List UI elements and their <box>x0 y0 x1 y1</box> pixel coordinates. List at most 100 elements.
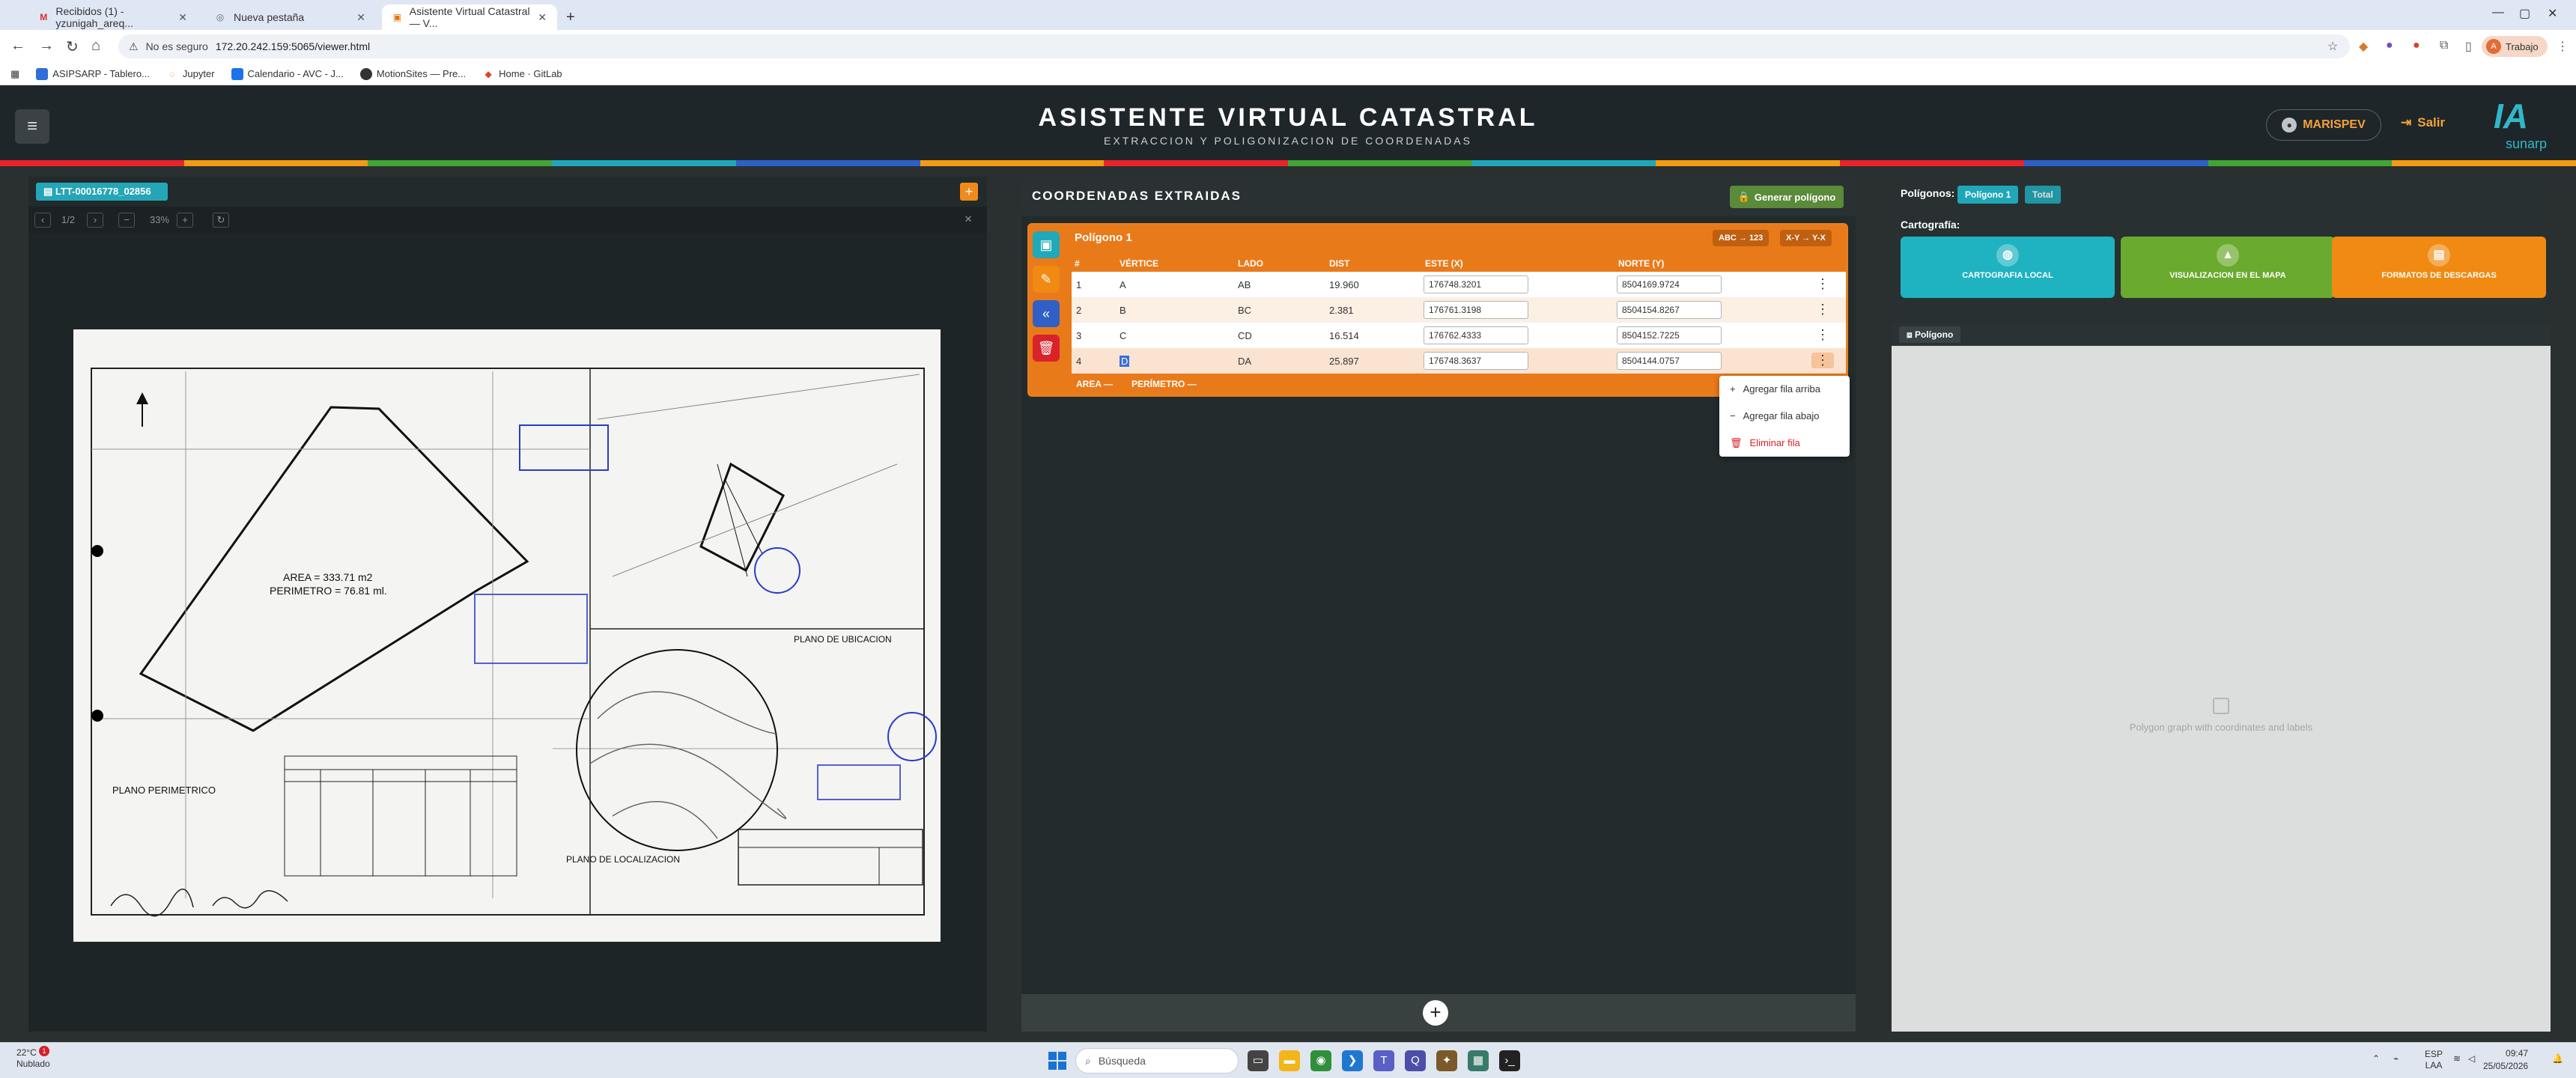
file-tab[interactable]: ▤ LTT-00016778_02856 <box>36 183 168 201</box>
new-tab-button[interactable]: + <box>560 4 583 30</box>
network-icon[interactable]: ⌁ <box>2393 1053 2399 1064</box>
prev-page-icon[interactable]: ‹ <box>34 213 51 228</box>
language-indicator[interactable]: ESP LAA <box>2425 1049 2443 1071</box>
download-formats-button[interactable]: ▤ FORMATOS DE DESCARGAS <box>2332 237 2546 298</box>
close-icon[interactable]: ✕ <box>538 11 547 24</box>
chrome-icon[interactable]: ◉ <box>1310 1050 1331 1071</box>
add-polygon-button[interactable]: + <box>1423 1000 1448 1026</box>
teams-icon[interactable]: T <box>1373 1050 1394 1071</box>
extension-icon[interactable]: ● <box>2413 39 2420 52</box>
next-page-icon[interactable]: › <box>87 213 103 228</box>
weather-widget[interactable]: 1 22°C Nublado <box>16 1046 50 1070</box>
close-window-icon[interactable]: ✕ <box>2548 6 2557 21</box>
tab-polygon-graph[interactable]: ⧈ Polígono <box>1899 326 1961 343</box>
coordinates-footer-bar: + <box>1021 994 1856 1032</box>
vertex-marker[interactable] <box>91 710 103 722</box>
menu-item-add-above[interactable]: + Agregar fila arriba <box>1730 383 1820 395</box>
terminal-icon[interactable]: ›_ <box>1499 1050 1520 1071</box>
stripe-segment <box>2208 160 2393 166</box>
row-menu-icon[interactable]: ⋮ <box>1816 327 1829 343</box>
east-input[interactable]: 176748.3637 <box>1424 352 1528 370</box>
swap-xy-button[interactable]: X-Y → Y-X <box>1780 230 1832 246</box>
vertex-cell[interactable]: C <box>1120 330 1126 341</box>
bookmark-label: Calendario - AVC - J... <box>247 68 344 79</box>
star-icon[interactable]: ☆ <box>2327 39 2338 54</box>
windows-start-icon[interactable] <box>1048 1052 1066 1070</box>
east-input[interactable]: 176762.4333 <box>1424 326 1528 344</box>
bookmark-item[interactable]: MotionSites — Pre... <box>359 67 466 80</box>
bookmark-item[interactable]: ◆ Home · GitLab <box>482 68 562 80</box>
preview-icon[interactable]: ▣ <box>1033 231 1060 258</box>
browser-tab-active[interactable]: ▣ Asistente Virtual Catastral — V... ✕ <box>382 4 557 30</box>
close-viewer-icon[interactable]: ✕ <box>960 213 976 228</box>
bookmark-item[interactable]: Calendario - AVC - J... <box>231 67 344 80</box>
zoom-in-icon[interactable]: + <box>177 213 193 228</box>
app-icon[interactable]: Q <box>1405 1050 1426 1071</box>
app-icon[interactable]: ▦ <box>1468 1050 1489 1071</box>
add-file-button[interactable]: + <box>960 183 978 201</box>
svg-text:PLANO DE LOCALIZACION: PLANO DE LOCALIZACION <box>566 854 680 865</box>
zoom-out-icon[interactable]: − <box>118 213 135 228</box>
vertex-marker[interactable] <box>91 545 103 557</box>
vertex-cell[interactable]: B <box>1120 305 1126 316</box>
generate-polygon-button[interactable]: 🔒 Generar polígono <box>1730 186 1844 208</box>
browser-tab-new[interactable]: ◎ Nueva pestaña ✕ <box>204 4 376 30</box>
notifications-icon[interactable]: 🔔 <box>2552 1053 2563 1064</box>
taskbar-search[interactable]: ⌕ Búsqueda <box>1075 1048 1239 1074</box>
app-icon[interactable]: ✦ <box>1436 1050 1457 1071</box>
sidebar-icon[interactable]: ▯ <box>2465 39 2472 54</box>
puzzle-icon[interactable]: ⧉ <box>2440 39 2448 52</box>
lock-icon: 🔒 <box>1737 191 1750 202</box>
row-menu-icon[interactable]: ⋮ <box>1816 302 1829 317</box>
letters-to-numbers-button[interactable]: ABC → 123 <box>1713 230 1770 246</box>
rewind-icon[interactable]: « <box>1033 300 1060 327</box>
table-row: 1 A AB 19.960 176748.3201 8504169.9724 ⋮ <box>1072 272 1846 297</box>
local-cartography-button[interactable]: ◍ CARTOGRAFIA LOCAL <box>1901 237 2115 298</box>
tray-chevron-icon[interactable]: ⌃ <box>2372 1053 2380 1064</box>
north-input[interactable]: 8504154.8267 <box>1617 301 1722 319</box>
trash-icon[interactable]: 🗑 <box>1033 335 1060 362</box>
back-icon[interactable]: ← <box>10 37 25 55</box>
map-view-button[interactable]: ▲ VISUALIZACION EN EL MAPA <box>2121 237 2335 298</box>
volume-icon[interactable]: ◁ <box>2468 1053 2475 1064</box>
url-bar[interactable]: ⚠ No es seguro 172.20.242.159:5065/viewe… <box>118 34 2350 58</box>
row-menu-icon[interactable]: ⋮ <box>1816 276 1829 292</box>
minimize-icon[interactable]: — <box>2492 6 2504 19</box>
extension-icon[interactable]: ◆ <box>2359 39 2368 54</box>
north-input[interactable]: 8504152.7225 <box>1617 326 1722 344</box>
bookmark-item[interactable]: ◌ Jupyter <box>166 68 214 80</box>
logo-subtext: sunarp <box>2506 136 2548 151</box>
north-input[interactable]: 8504144.0757 <box>1617 352 1722 370</box>
vertex-cell[interactable]: A <box>1120 279 1126 290</box>
tab-polygon-1[interactable]: Polígono 1 <box>1957 186 2019 204</box>
east-input[interactable]: 176761.3198 <box>1424 301 1528 319</box>
menu-kebab-icon[interactable]: ⋮ <box>2557 39 2569 54</box>
file-explorer-icon[interactable]: ▬ <box>1279 1050 1300 1071</box>
menu-item-delete[interactable]: 🗑 Eliminar fila <box>1730 437 1800 449</box>
forward-icon[interactable]: → <box>39 37 54 55</box>
row-menu-icon[interactable]: ⋮ <box>1811 353 1834 368</box>
vscode-icon[interactable]: ❯ <box>1342 1050 1363 1071</box>
east-input[interactable]: 176748.3201 <box>1424 275 1528 293</box>
rotate-icon[interactable]: ↻ <box>213 213 229 228</box>
tab-total[interactable]: Total <box>2025 186 2061 204</box>
apps-icon[interactable]: ▦ <box>10 68 19 80</box>
browser-tab-gmail[interactable]: M Recibidos (1) - yzunigah_areq... ✕ <box>28 4 198 30</box>
task-view-icon[interactable]: ▭ <box>1248 1050 1269 1071</box>
home-icon[interactable]: ⌂ <box>91 37 100 55</box>
vertex-cell-selected[interactable]: D <box>1120 356 1130 367</box>
close-icon[interactable]: ✕ <box>178 11 187 24</box>
maximize-icon[interactable]: ▢ <box>2519 6 2530 21</box>
wifi-icon[interactable]: ≋ <box>2453 1053 2461 1064</box>
edit-icon[interactable]: ✎ <box>1033 266 1060 293</box>
menu-item-add-below[interactable]: − Agregar fila abajo <box>1730 410 1820 421</box>
bookmark-item[interactable]: ASIPSARP - Tablero... <box>36 67 150 80</box>
user-button[interactable]: ● MARISPEV <box>2266 109 2381 141</box>
reload-icon[interactable]: ↻ <box>66 37 79 56</box>
profile-button[interactable]: A Trabajo <box>2482 36 2548 57</box>
north-input[interactable]: 8504169.9724 <box>1617 275 1722 293</box>
extension-icon[interactable]: ● <box>2386 39 2393 52</box>
logout-button[interactable]: ⇥ Salir <box>2401 115 2445 130</box>
taskbar-clock[interactable]: 09:47 25/05/2026 <box>2483 1047 2528 1073</box>
close-icon[interactable]: ✕ <box>356 11 365 24</box>
